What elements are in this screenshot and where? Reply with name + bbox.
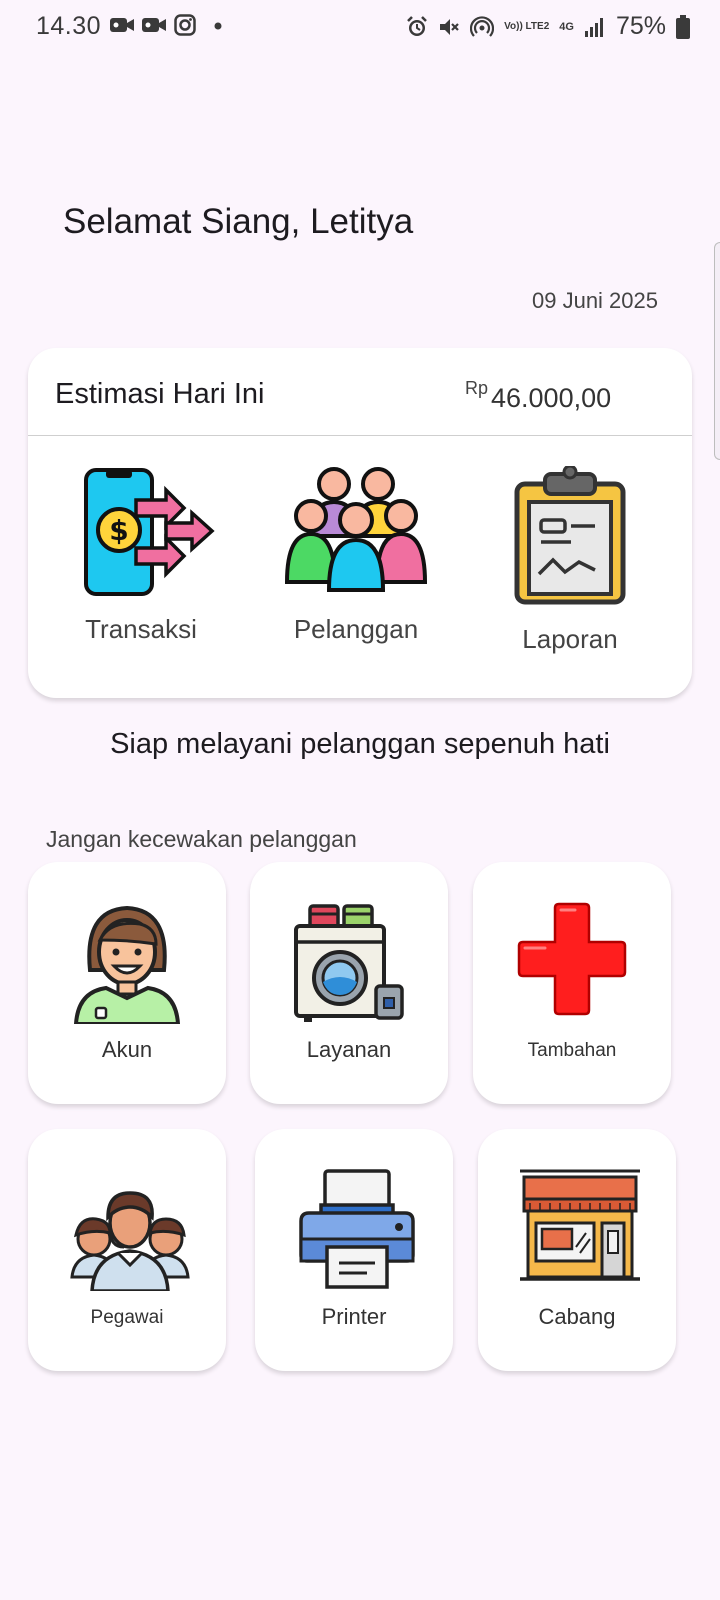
printer-icon: [299, 1169, 415, 1289]
video-camera-icon: [142, 18, 166, 32]
alarm-icon: [407, 15, 427, 36]
hotspot-icon: [470, 15, 495, 37]
instagram-icon: [174, 14, 196, 36]
printer-label: Printer: [321, 1304, 387, 1329]
laporan-label: Laporan: [522, 624, 618, 654]
cabang-tile[interactable]: Cabang: [478, 1129, 676, 1371]
status-bar: 14.30 Vo)) LTE2 4G 75%: [0, 0, 720, 54]
pegawai-label: Pegawai: [90, 1307, 164, 1328]
battery-icon: [676, 14, 690, 39]
transaksi-label: Transaksi: [85, 614, 197, 644]
washing-machine-icon: [294, 904, 404, 1022]
pelanggan-button[interactable]: Pelanggan: [251, 466, 461, 645]
currency-label: Rp: [465, 378, 489, 398]
pelanggan-label: Pelanggan: [293, 614, 419, 644]
svg-text:$: $: [109, 514, 128, 547]
laporan-button[interactable]: Laporan: [465, 466, 675, 655]
section-subtitle: Jangan kecewakan pelanggan: [46, 826, 357, 852]
dot-icon: [214, 22, 222, 30]
status-right-icons: Vo)) LTE2 4G 75%: [406, 12, 690, 41]
transaksi-button[interactable]: $ Transaksi: [36, 466, 246, 645]
store-branch-icon: [520, 1169, 640, 1281]
phone-money-transfer-icon: $: [84, 468, 215, 596]
tambahan-label: Tambahan: [527, 1040, 617, 1061]
akun-tile[interactable]: Akun: [28, 862, 226, 1104]
4g-icon: 4G: [559, 20, 574, 33]
employees-icon: [70, 1191, 190, 1291]
status-time: 14.30: [36, 12, 102, 40]
status-left-icons: [110, 14, 224, 36]
layanan-tile[interactable]: Layanan: [250, 862, 448, 1104]
signal-icon: [584, 17, 603, 37]
current-date: 09 Juni 2025: [532, 288, 658, 313]
clipboard-report-icon: [514, 466, 626, 605]
mute-icon: [440, 18, 459, 35]
edge-panel-handle[interactable]: [714, 242, 720, 460]
summary-card: Estimasi Hari Ini Rp 46.000,00 $ Transak…: [28, 348, 692, 698]
printer-tile[interactable]: Printer: [255, 1129, 453, 1371]
volte-icon: Vo)) LTE2: [504, 21, 550, 32]
battery-percent: 75%: [615, 12, 666, 40]
user-avatar-icon: [73, 905, 181, 1024]
summary-header: Estimasi Hari Ini Rp 46.000,00: [28, 348, 692, 436]
cabang-label: Cabang: [538, 1304, 616, 1329]
customers-group-icon: [284, 467, 428, 592]
tagline: Siap melayani pelanggan sepenuh hati: [110, 728, 610, 760]
video-camera-icon: [110, 18, 134, 32]
tambahan-tile[interactable]: Tambahan: [473, 862, 671, 1104]
summary-title: Estimasi Hari Ini: [55, 378, 265, 410]
layanan-label: Layanan: [306, 1037, 392, 1062]
plus-cross-icon: [517, 902, 627, 1016]
pegawai-tile[interactable]: Pegawai: [28, 1129, 226, 1371]
greeting-title: Selamat Siang, Letitya: [63, 202, 414, 241]
estimate-amount: 46.000,00: [491, 383, 612, 413]
akun-label: Akun: [101, 1037, 153, 1062]
